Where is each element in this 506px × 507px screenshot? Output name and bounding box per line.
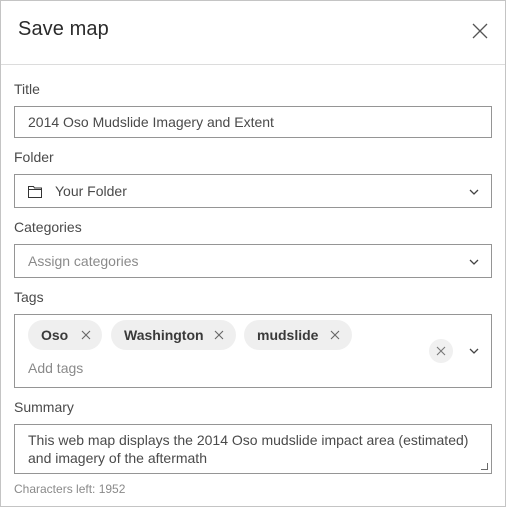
summary-text: This web map displays the 2014 Oso mudsl… [28,432,469,466]
categories-select[interactable]: Assign categories [14,244,492,278]
folder-icon [28,186,42,198]
characters-left: Characters left: 1952 [14,482,126,496]
tag-chip-label: Washington [124,327,204,343]
folder-select[interactable]: Your Folder [14,174,492,208]
remove-tag-icon[interactable] [330,330,340,340]
tag-chip: mudslide [244,320,352,350]
remove-tag-icon[interactable] [214,330,224,340]
resize-handle-icon[interactable] [481,463,488,470]
save-map-dialog: Save map Title 2014 Oso Mudslide Imagery… [0,0,506,507]
tag-chip: Oso [28,320,102,350]
summary-label: Summary [14,399,74,415]
tag-chip-label: Oso [41,327,69,343]
title-input-value: 2014 Oso Mudslide Imagery and Extent [28,114,274,130]
dialog-header: Save map [1,1,505,65]
remove-tag-icon[interactable] [81,330,91,340]
close-icon [436,346,446,356]
tags-label: Tags [14,289,44,305]
dialog-title: Save map [18,18,109,40]
title-input[interactable]: 2014 Oso Mudslide Imagery and Extent [14,106,492,138]
close-button[interactable] [470,21,490,41]
title-label: Title [14,81,40,97]
chevron-down-icon [469,189,479,195]
chevron-down-icon[interactable] [468,345,480,357]
folder-label: Folder [14,149,54,165]
clear-tags-button[interactable] [429,339,453,363]
categories-placeholder: Assign categories [28,253,139,269]
close-icon [472,23,488,39]
tags-placeholder: Add tags [28,360,84,376]
folder-select-value: Your Folder [55,183,127,199]
chevron-down-icon [469,259,479,265]
tag-chip: Washington [111,320,236,350]
summary-textarea[interactable]: This web map displays the 2014 Oso mudsl… [14,424,492,474]
tags-input[interactable]: Oso Washington mudslide Add tags [14,314,492,388]
tag-chip-label: mudslide [257,327,319,343]
categories-label: Categories [14,219,82,235]
